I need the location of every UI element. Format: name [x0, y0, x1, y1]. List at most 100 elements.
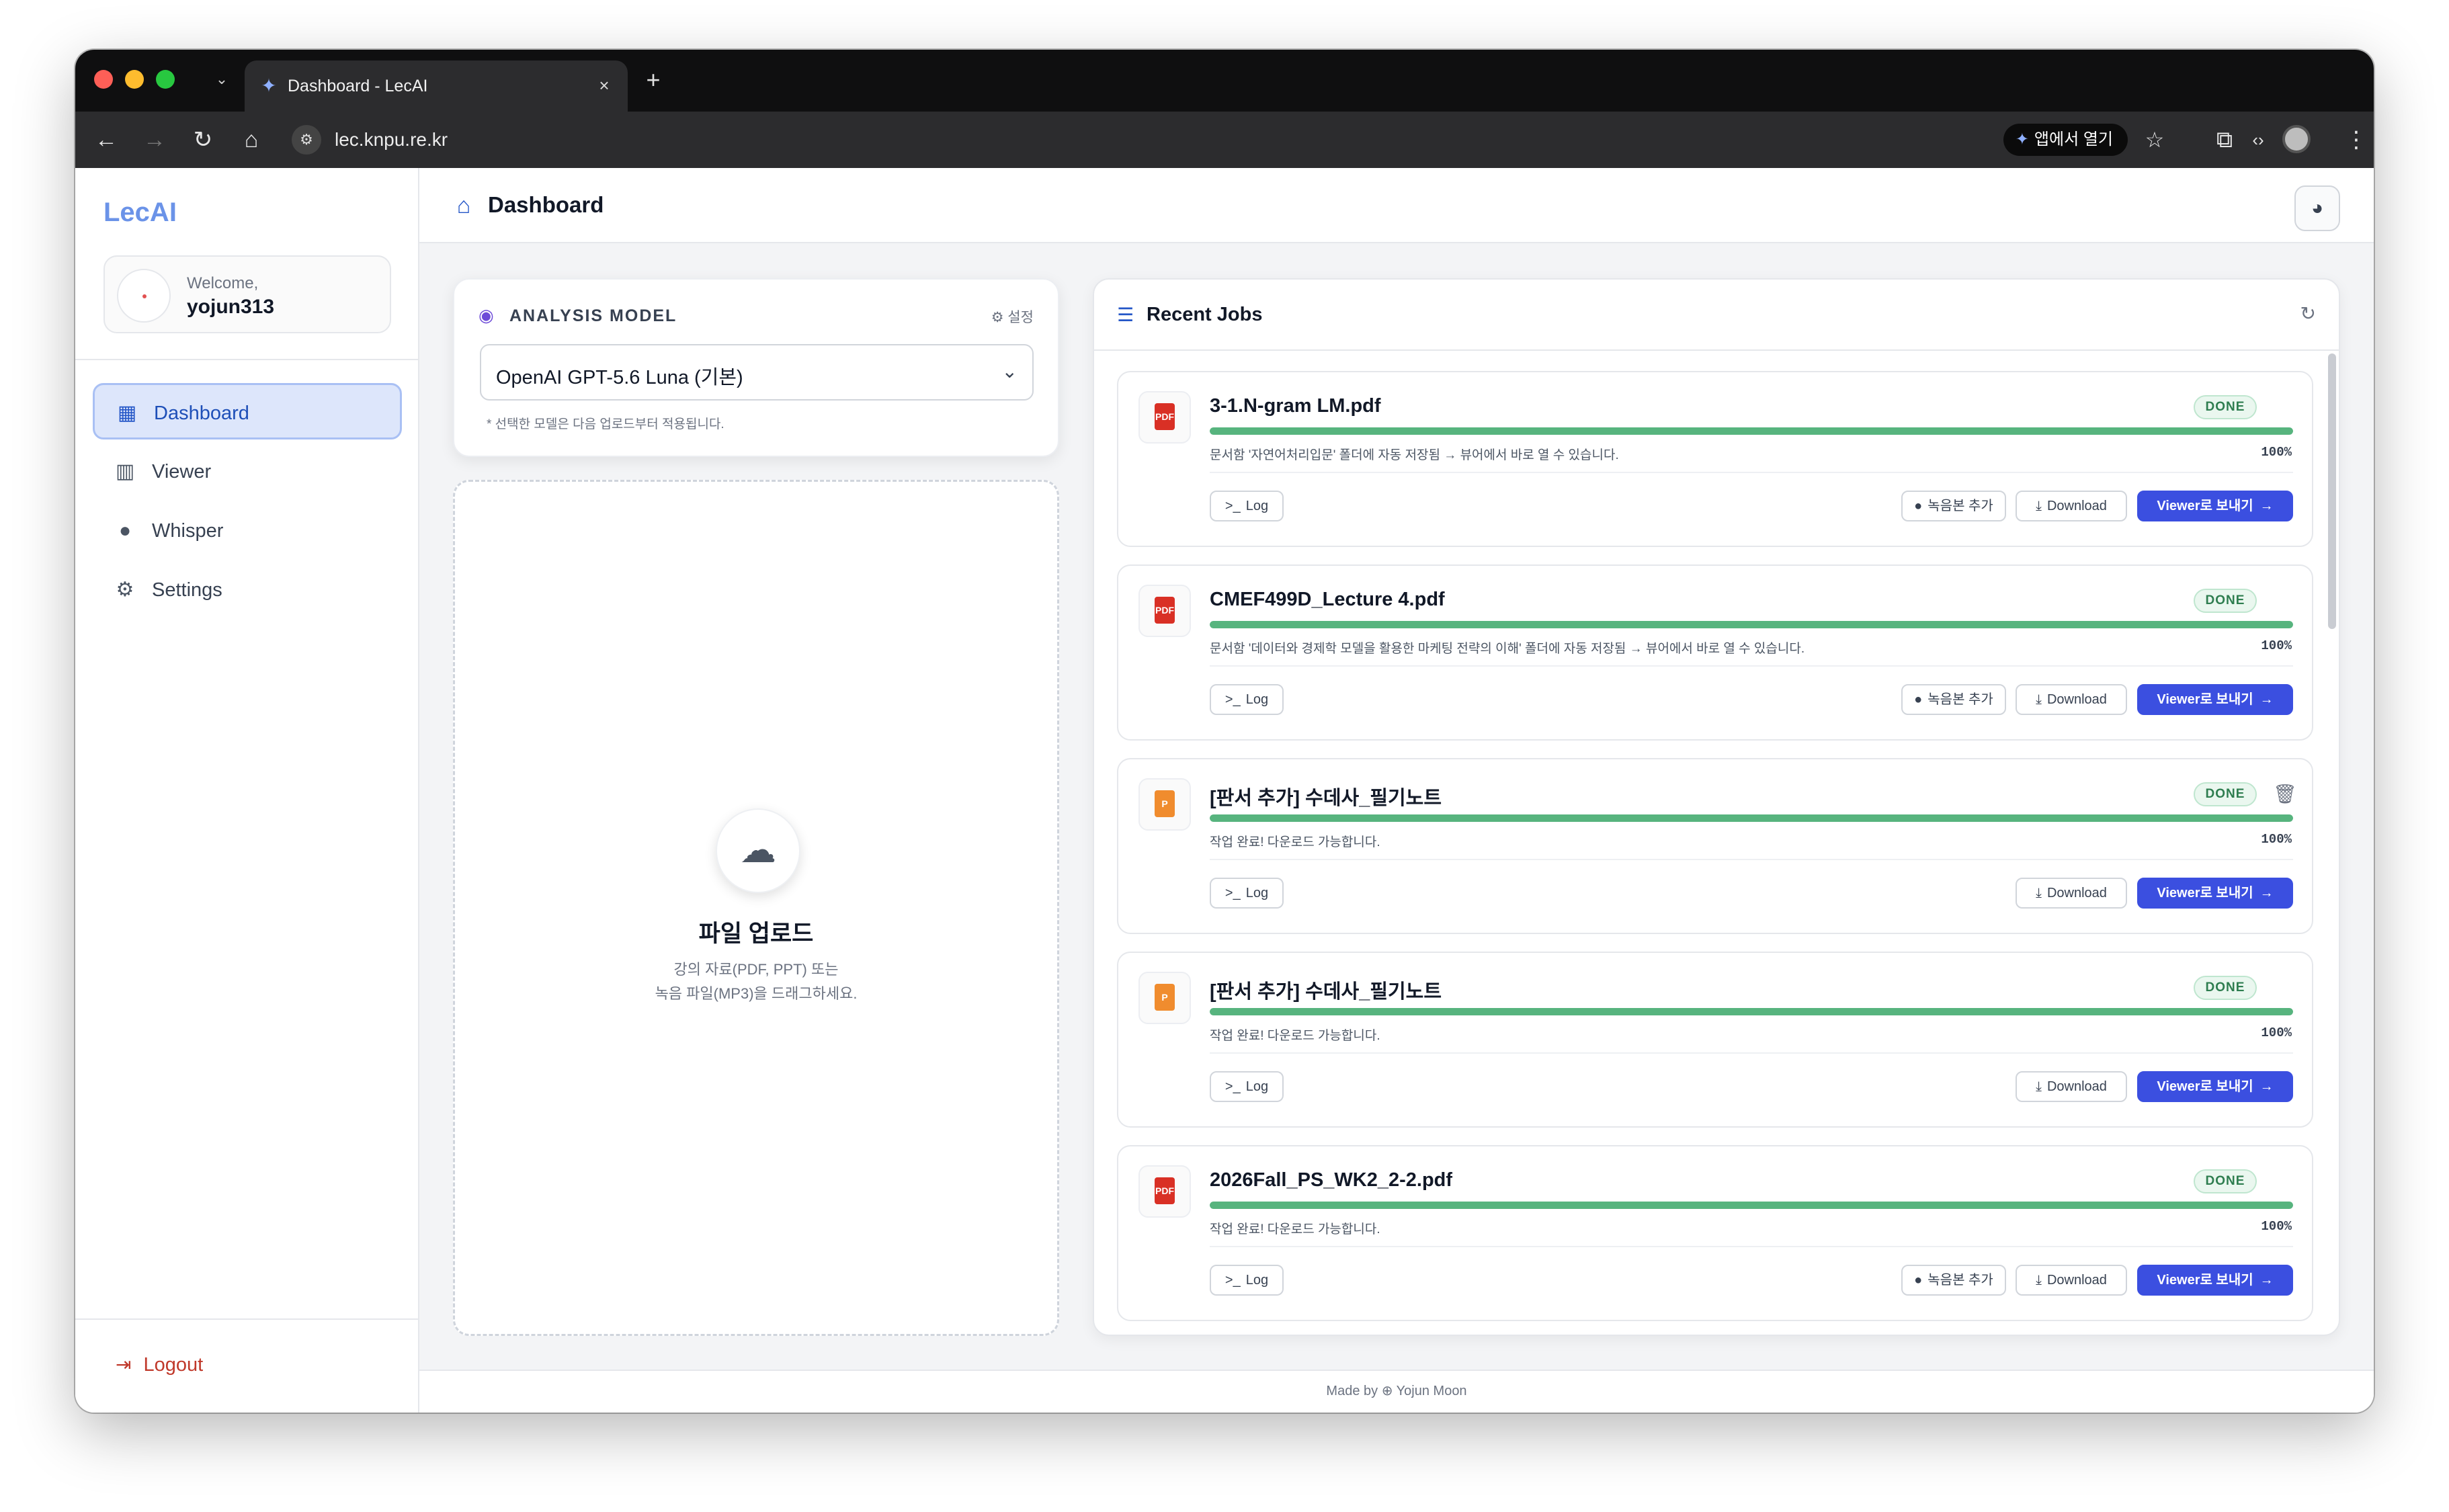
chevron-down-icon: ⌄ [1001, 361, 1018, 382]
job-status-message: 작업 완료! 다운로드 가능합니다. [1210, 1029, 1380, 1043]
tab-search-chevron-icon[interactable]: ⌄ [207, 65, 237, 94]
download-icon: ⤓ [2036, 499, 2042, 513]
add-recording-button[interactable]: ● 녹음본 추가 [1901, 1265, 2006, 1296]
jobs-scrollbar[interactable] [2328, 353, 2336, 629]
log-button[interactable]: >_ Log [1210, 878, 1284, 909]
job-status-message: 작업 완료! 다운로드 가능합니다. [1210, 1222, 1380, 1236]
bookmark-star-icon[interactable]: ☆ [2140, 125, 2169, 155]
trash-icon[interactable]: 🗑 [2273, 784, 2297, 805]
arrow-right-icon: → [2259, 1273, 2274, 1288]
close-window-button[interactable] [94, 70, 113, 89]
browser-window: ⌄ ✦ Dashboard - LecAI × + ← → ↻ ⌂ ⚙ lec.… [75, 50, 2374, 1413]
log-button[interactable]: >_ Log [1210, 491, 1284, 521]
minimize-window-button[interactable] [125, 70, 144, 89]
tab-close-icon[interactable]: × [591, 73, 617, 98]
download-button[interactable]: ⤓ Download [2016, 1265, 2127, 1296]
model-note: * 선택한 모델은 다음 업로드부터 적용됩니다. [487, 417, 724, 431]
terminal-icon: >_ [1224, 692, 1241, 707]
open-in-app-button[interactable]: ✦ 앱에서 열기 [2003, 124, 2128, 156]
send-to-viewer-button[interactable]: Viewer로 보내기 → [2137, 878, 2293, 909]
address-bar[interactable]: ⚙ lec.knpu.re.kr ✦ 앱에서 열기 ☆ [288, 121, 2196, 159]
browser-tab[interactable]: ✦ Dashboard - LecAI × [245, 60, 628, 112]
model-settings-link[interactable]: ⚙ 설정 [991, 306, 1034, 327]
send-to-viewer-button[interactable]: Viewer로 보내기 → [2137, 1071, 2293, 1102]
add-recording-label: 녹음본 추가 [1927, 692, 1993, 707]
download-button[interactable]: ⤓ Download [2016, 684, 2127, 715]
log-button[interactable]: >_ Log [1210, 1265, 1284, 1296]
model-heading: ANALYSIS MODEL [509, 306, 677, 325]
back-arrow-icon[interactable]: ← [91, 125, 121, 155]
log-label: Log [1245, 1273, 1269, 1288]
download-button[interactable]: ⤓ Download [2016, 1071, 2127, 1102]
arrow-right-icon: → [2259, 886, 2274, 900]
profile-avatar[interactable] [2282, 125, 2311, 153]
theme-palette-button[interactable]: ◕ [2294, 185, 2340, 231]
send-to-viewer-label: Viewer로 보내기 [2157, 886, 2253, 900]
sidebar: LecAI Welcome, yojun313 ▦ Dashboard ▥ Vi… [75, 168, 419, 1413]
download-label: Download [2046, 692, 2107, 707]
forward-arrow-icon[interactable]: → [140, 125, 169, 155]
sidebar-item-dashboard[interactable]: ▦ Dashboard [93, 383, 402, 439]
download-icon: ⤓ [2036, 886, 2042, 900]
job-card: PDF 2026Fall_PS_WK2_2-2.pdf DONE 작업 완료! … [1117, 1145, 2313, 1321]
more-menu-icon[interactable]: ⋮ [2341, 125, 2371, 155]
file-upload-dropzone[interactable]: ☁ 파일 업로드 강의 자료(PDF, PPT) 또는 녹음 파일(MP3)을 … [453, 480, 1059, 1336]
status-badge: DONE [2194, 395, 2257, 419]
job-card: PDF CMEF499D_Lecture 4.pdf DONE 문서함 '데이터… [1117, 564, 2313, 741]
job-name: 2026Fall_PS_WK2_2-2.pdf [1210, 1169, 1453, 1191]
sidebar-item-label: Viewer [152, 461, 212, 482]
send-to-viewer-button[interactable]: Viewer로 보내기 → [2137, 1265, 2293, 1296]
pdf-file-icon: PDF [1138, 1165, 1191, 1218]
settings-link-label: 설정 [1007, 310, 1034, 325]
brand-logo[interactable]: LecAI [103, 198, 177, 228]
code-icon[interactable]: ‹› [2243, 125, 2273, 155]
send-to-viewer-button[interactable]: Viewer로 보내기 → [2137, 491, 2293, 521]
download-icon: ⤓ [2036, 1273, 2042, 1288]
pdf-file-icon: PDF [1138, 391, 1191, 444]
footer-author[interactable]: Yojun Moon [1397, 1384, 1467, 1398]
send-to-viewer-button[interactable]: Viewer로 보내기 → [2137, 684, 2293, 715]
maximize-window-button[interactable] [156, 70, 175, 89]
refresh-icon[interactable]: ↻ [2300, 302, 2316, 325]
sidebar-item-settings[interactable]: ⚙ Settings [93, 562, 402, 618]
sidebar-item-viewer[interactable]: ▥ Viewer [93, 444, 402, 500]
ppt-file-icon: P [1138, 972, 1191, 1024]
extensions-icon[interactable]: ⧉ [2210, 125, 2239, 155]
log-label: Log [1245, 886, 1269, 900]
terminal-icon: >_ [1224, 886, 1241, 900]
job-status-message: 작업 완료! 다운로드 가능합니다. [1210, 835, 1380, 849]
model-select[interactable]: OpenAI GPT-5.6 Luna (기본) ⌄ [480, 344, 1034, 401]
log-button[interactable]: >_ Log [1210, 1071, 1284, 1102]
job-divider [1210, 1052, 2293, 1054]
tab-strip: ⌄ ✦ Dashboard - LecAI × + [75, 50, 2374, 112]
add-recording-button[interactable]: ● 녹음본 추가 [1901, 491, 2006, 521]
home-icon[interactable]: ⌂ [237, 125, 266, 155]
terminal-icon: >_ [1224, 1273, 1241, 1288]
send-to-viewer-label: Viewer로 보내기 [2157, 499, 2253, 513]
log-button[interactable]: >_ Log [1210, 684, 1284, 715]
analysis-model-card: ◉ ANALYSIS MODEL ⚙ 설정 OpenAI GPT-5.6 Lun… [453, 278, 1059, 457]
job-progress-percent: 100% [2261, 638, 2292, 653]
download-icon: ⤓ [2036, 1079, 2042, 1094]
job-progress-percent: 100% [2261, 1219, 2292, 1234]
pdf-file-icon: PDF [1138, 585, 1191, 637]
site-info-icon[interactable]: ⚙ [292, 125, 321, 155]
logout-button[interactable]: ⇥ Logout [116, 1353, 203, 1383]
log-label: Log [1245, 1079, 1269, 1094]
recent-jobs-panel: ☰ Recent Jobs ↻ PDF 3-1.N-gram LM.pdf DO… [1093, 278, 2340, 1336]
new-tab-button[interactable]: + [638, 66, 668, 95]
sparkle-favicon-icon: ✦ [261, 75, 277, 96]
download-button[interactable]: ⤓ Download [2016, 878, 2127, 909]
job-progress-bar [1210, 814, 2293, 822]
job-progress-fill [1210, 814, 2293, 822]
job-progress-percent: 100% [2261, 445, 2292, 460]
ppt-file-icon: P [1138, 778, 1191, 831]
download-button[interactable]: ⤓ Download [2016, 491, 2127, 521]
reload-icon[interactable]: ↻ [188, 125, 218, 155]
sidebar-item-whisper[interactable]: ● Whisper [93, 503, 402, 559]
tab-title: Dashboard - LecAI [288, 77, 428, 95]
add-recording-button[interactable]: ● 녹음본 추가 [1901, 684, 2006, 715]
gear-icon: ⚙ [991, 310, 1008, 325]
sidebar-divider [75, 359, 418, 360]
send-to-viewer-label: Viewer로 보내기 [2157, 692, 2253, 707]
